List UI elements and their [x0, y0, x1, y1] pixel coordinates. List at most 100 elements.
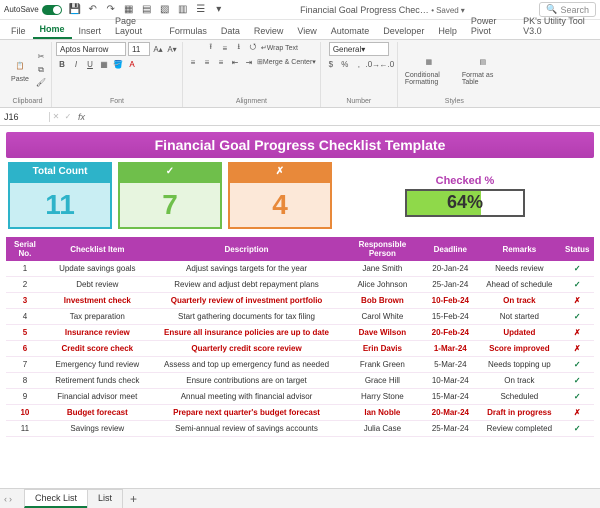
table-row[interactable]: 6Credit score checkQuarterly credit scor…: [6, 341, 594, 357]
cell[interactable]: Annual meeting with financial advisor: [151, 389, 343, 405]
status-cell[interactable]: ✗: [561, 293, 594, 309]
sheet-tab-list[interactable]: List: [87, 489, 123, 508]
column-header[interactable]: Checklist Item: [44, 237, 151, 261]
border-icon[interactable]: ▦: [98, 58, 110, 70]
column-header[interactable]: Serial No.: [6, 237, 44, 261]
cell[interactable]: Review completed: [478, 421, 560, 437]
fx-icon[interactable]: fx: [74, 112, 89, 122]
font-name-select[interactable]: Aptos Narrow: [56, 42, 126, 56]
font-color-icon[interactable]: A: [126, 58, 138, 70]
cell[interactable]: Assess and top up emergency fund as need…: [151, 357, 343, 373]
cell[interactable]: Budget forecast: [44, 405, 151, 421]
cell[interactable]: Ian Noble: [342, 405, 422, 421]
cell[interactable]: Needs review: [478, 261, 560, 277]
cell[interactable]: 6: [6, 341, 44, 357]
cell[interactable]: Alice Johnson: [342, 277, 422, 293]
cell[interactable]: Update savings goals: [44, 261, 151, 277]
cell[interactable]: Score improved: [478, 341, 560, 357]
cell[interactable]: 2: [6, 277, 44, 293]
italic-icon[interactable]: I: [70, 58, 82, 70]
cell[interactable]: 8: [6, 373, 44, 389]
status-cell[interactable]: ✓: [561, 277, 594, 293]
number-format-select[interactable]: General ▾: [329, 42, 389, 56]
menu-tab-developer[interactable]: Developer: [376, 23, 431, 39]
cell[interactable]: 9: [6, 389, 44, 405]
cell[interactable]: Start gathering documents for tax filing: [151, 309, 343, 325]
cell[interactable]: 3: [6, 293, 44, 309]
cell[interactable]: Updated: [478, 325, 560, 341]
table-row[interactable]: 5Insurance reviewEnsure all insurance po…: [6, 325, 594, 341]
cell[interactable]: Frank Green: [342, 357, 422, 373]
cell[interactable]: Harry Stone: [342, 389, 422, 405]
cell[interactable]: 5-Mar-24: [422, 357, 478, 373]
menu-tab-automate[interactable]: Automate: [324, 23, 377, 39]
cut-icon[interactable]: ✂: [35, 51, 47, 63]
autosave-toggle[interactable]: AutoSave: [4, 5, 62, 15]
cell[interactable]: Semi-annual review of savings accounts: [151, 421, 343, 437]
undo-icon[interactable]: ↶: [86, 3, 100, 17]
save-icon[interactable]: 💾: [68, 3, 82, 17]
cell[interactable]: Retirement funds check: [44, 373, 151, 389]
cell[interactable]: 1-Mar-24: [422, 341, 478, 357]
copy-icon[interactable]: ⧉: [35, 64, 47, 76]
cell[interactable]: 25-Mar-24: [422, 421, 478, 437]
cell[interactable]: 20-Mar-24: [422, 405, 478, 421]
column-header[interactable]: Deadline: [422, 237, 478, 261]
cell[interactable]: Emergency fund review: [44, 357, 151, 373]
align-center-icon[interactable]: ≡: [201, 56, 213, 68]
table-row[interactable]: 11Savings reviewSemi-annual review of sa…: [6, 421, 594, 437]
bold-icon[interactable]: B: [56, 58, 68, 70]
menu-tab-data[interactable]: Data: [214, 23, 247, 39]
cell[interactable]: 20-Jan-24: [422, 261, 478, 277]
cell[interactable]: 4: [6, 309, 44, 325]
status-cell[interactable]: ✗: [561, 325, 594, 341]
status-cell[interactable]: ✗: [561, 405, 594, 421]
worksheet-area[interactable]: Financial Goal Progress Checklist Templa…: [0, 126, 600, 488]
comma-icon[interactable]: ,: [353, 58, 365, 70]
menu-tab-formulas[interactable]: Formulas: [162, 23, 214, 39]
status-cell[interactable]: ✓: [561, 373, 594, 389]
cell[interactable]: 10: [6, 405, 44, 421]
cell[interactable]: 15-Feb-24: [422, 309, 478, 325]
underline-icon[interactable]: U: [84, 58, 96, 70]
table-row[interactable]: 7Emergency fund reviewAssess and top up …: [6, 357, 594, 373]
table-row[interactable]: 2Debt reviewReview and adjust debt repay…: [6, 277, 594, 293]
cell[interactable]: 1: [6, 261, 44, 277]
menu-tab-home[interactable]: Home: [33, 21, 72, 39]
cell[interactable]: 10-Mar-24: [422, 373, 478, 389]
cell[interactable]: Erin Davis: [342, 341, 422, 357]
column-header[interactable]: Remarks: [478, 237, 560, 261]
name-box[interactable]: J16: [0, 112, 50, 122]
decrease-indent-icon[interactable]: ⇤: [229, 56, 241, 68]
table-row[interactable]: 10Budget forecastPrepare next quarter's …: [6, 405, 594, 421]
cell[interactable]: Savings review: [44, 421, 151, 437]
sheet-tab-check-list[interactable]: Check List: [24, 489, 88, 508]
increase-indent-icon[interactable]: ⇥: [243, 56, 255, 68]
cell[interactable]: Prepare next quarter's budget forecast: [151, 405, 343, 421]
menu-tab-review[interactable]: Review: [247, 23, 291, 39]
cancel-formula-icon[interactable]: ✕: [50, 111, 62, 123]
currency-icon[interactable]: $: [325, 58, 337, 70]
menu-tab-page-layout[interactable]: Page Layout: [108, 13, 162, 39]
status-cell[interactable]: ✓: [561, 389, 594, 405]
table-row[interactable]: 1Update savings goalsAdjust savings targ…: [6, 261, 594, 277]
prev-sheet-icon[interactable]: ‹: [4, 494, 7, 504]
cell[interactable]: Draft in progress: [478, 405, 560, 421]
status-cell[interactable]: ✓: [561, 421, 594, 437]
decrease-font-icon[interactable]: A▾: [166, 43, 178, 55]
cell[interactable]: 15-Mar-24: [422, 389, 478, 405]
cell[interactable]: On track: [478, 293, 560, 309]
menu-tab-insert[interactable]: Insert: [72, 23, 109, 39]
menu-tab-help[interactable]: Help: [431, 23, 464, 39]
status-cell[interactable]: ✓: [561, 261, 594, 277]
enter-formula-icon[interactable]: ✓: [62, 111, 74, 123]
cell[interactable]: Credit score check: [44, 341, 151, 357]
cell[interactable]: Jane Smith: [342, 261, 422, 277]
add-sheet-button[interactable]: +: [122, 492, 145, 506]
wrap-text-button[interactable]: ↵ Wrap Text: [261, 42, 298, 54]
menu-tab-view[interactable]: View: [290, 23, 323, 39]
increase-font-icon[interactable]: A▴: [152, 43, 164, 55]
table-row[interactable]: 4Tax preparationStart gathering document…: [6, 309, 594, 325]
cell[interactable]: 5: [6, 325, 44, 341]
status-cell[interactable]: ✓: [561, 309, 594, 325]
